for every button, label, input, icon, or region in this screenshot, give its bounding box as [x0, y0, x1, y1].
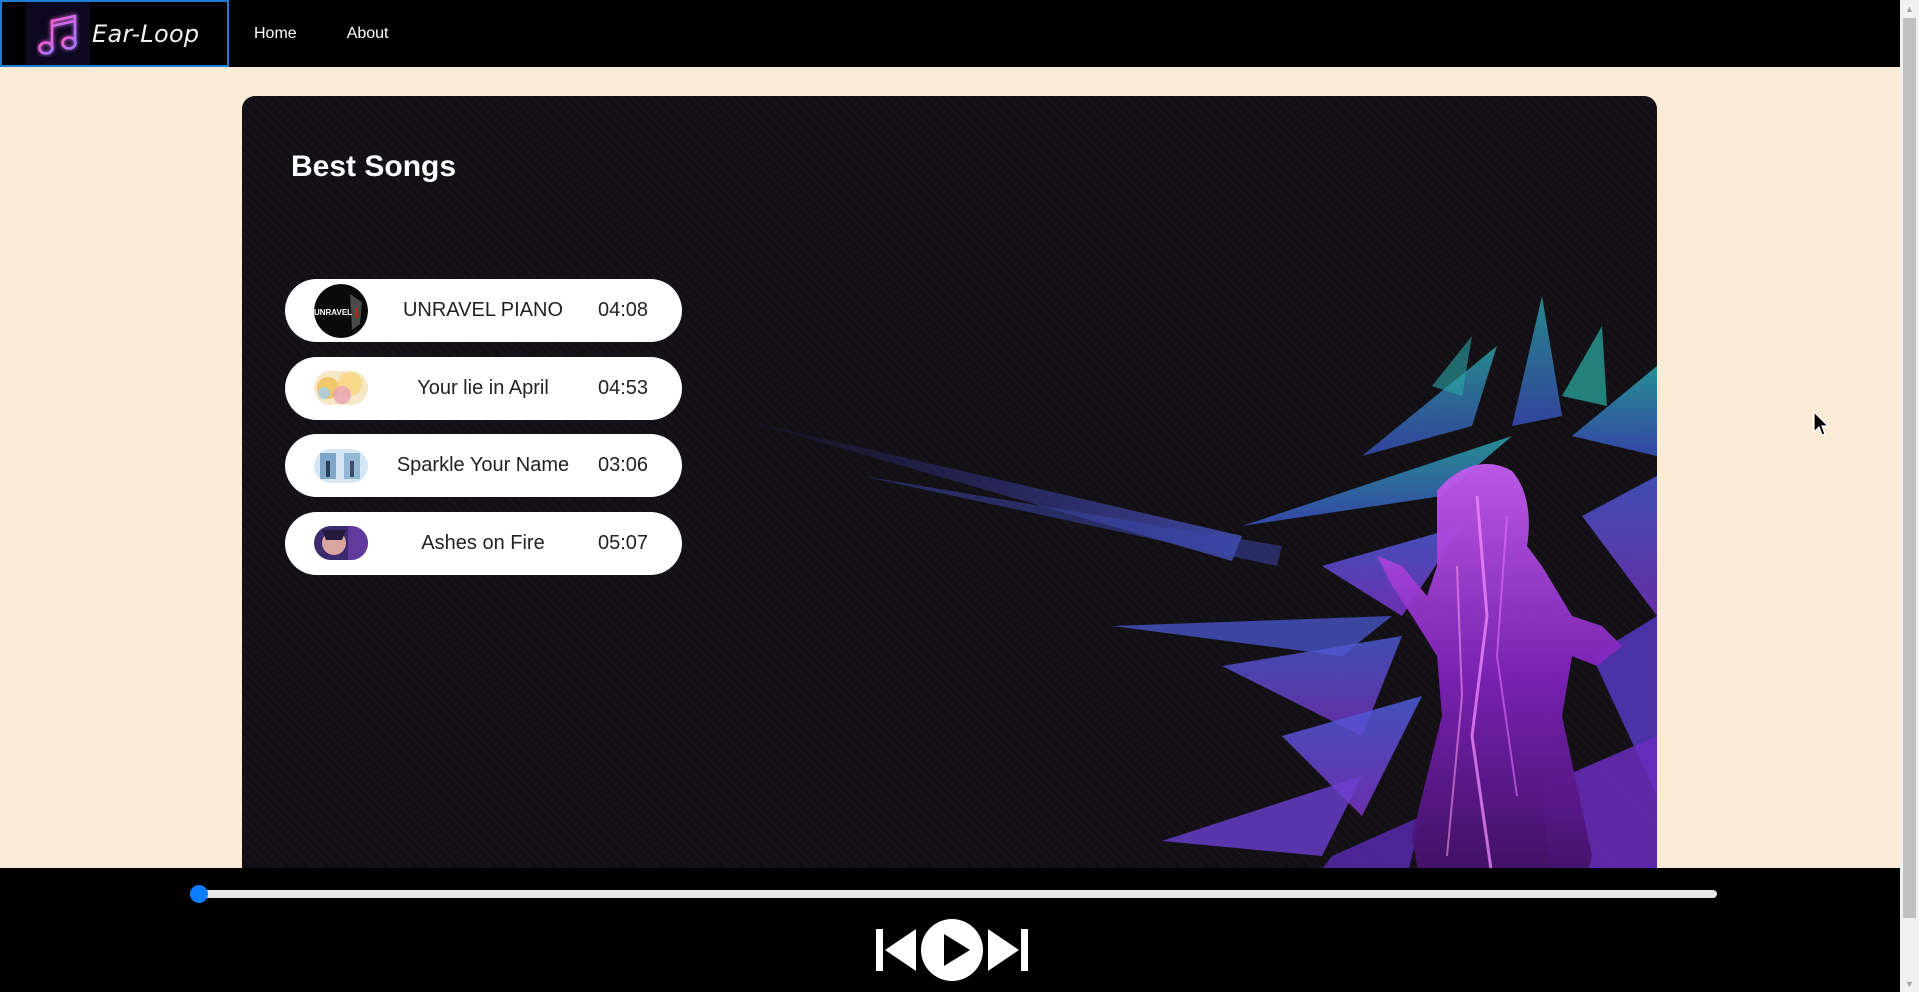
playback-controls: [872, 918, 1032, 982]
song-title: Ashes on Fire: [421, 531, 545, 554]
song-item-sparkle-your-name[interactable]: Sparkle Your Name 03:06: [285, 434, 682, 497]
song-item-unravel-piano[interactable]: UNRAVEL UNRAVEL PIANO 04:08: [285, 279, 682, 342]
player-bar: [0, 868, 1900, 992]
song-item-ashes-on-fire[interactable]: Ashes on Fire 05:07: [285, 511, 682, 575]
scroll-down-icon[interactable]: ▼: [1900, 975, 1919, 992]
song-list: UNRAVEL UNRAVEL PIANO 04:08 Your lie in …: [285, 279, 683, 589]
song-title: UNRAVEL PIANO: [402, 299, 564, 321]
song-duration: 04:53: [598, 376, 649, 399]
song-duration: 03:06: [598, 454, 649, 476]
song-duration: 04:08: [598, 299, 649, 321]
scrollbar-thumb[interactable]: [1903, 18, 1916, 918]
brand-link[interactable]: Ear-Loop: [0, 0, 229, 67]
page-title: Best Songs: [291, 150, 457, 183]
song-thumbnail: [314, 448, 368, 483]
scroll-up-icon[interactable]: ▲: [1900, 0, 1919, 17]
navbar: Ear-Loop Home About: [0, 0, 1900, 67]
skip-back-icon[interactable]: [872, 925, 920, 975]
music-note-icon: [26, 2, 90, 65]
songs-card: Best Songs UNRAVEL UNRAVEL PIANO 04:08 Y…: [242, 96, 1657, 896]
song-thumbnail: [314, 371, 368, 405]
song-thumbnail: UNRAVEL: [314, 283, 368, 338]
nav-link-home[interactable]: Home: [254, 25, 297, 43]
page-scrollbar[interactable]: ▲ ▼: [1900, 0, 1919, 992]
song-title: Sparkle Your Name: [396, 454, 570, 476]
mouse-cursor-icon: [1813, 411, 1829, 436]
progress-slider[interactable]: [190, 885, 1717, 903]
play-icon[interactable]: [920, 918, 984, 982]
song-title: Your lie in April: [417, 376, 549, 399]
thumbnail-label: UNRAVEL: [314, 308, 352, 317]
progress-thumb[interactable]: [190, 885, 208, 903]
song-item-your-lie-in-april[interactable]: Your lie in April 04:53: [285, 356, 682, 420]
song-duration: 05:07: [598, 531, 649, 554]
nav-link-about[interactable]: About: [347, 25, 389, 43]
brand-name: Ear-Loop: [92, 19, 200, 48]
skip-forward-icon[interactable]: [984, 925, 1032, 975]
song-thumbnail: [314, 526, 368, 560]
